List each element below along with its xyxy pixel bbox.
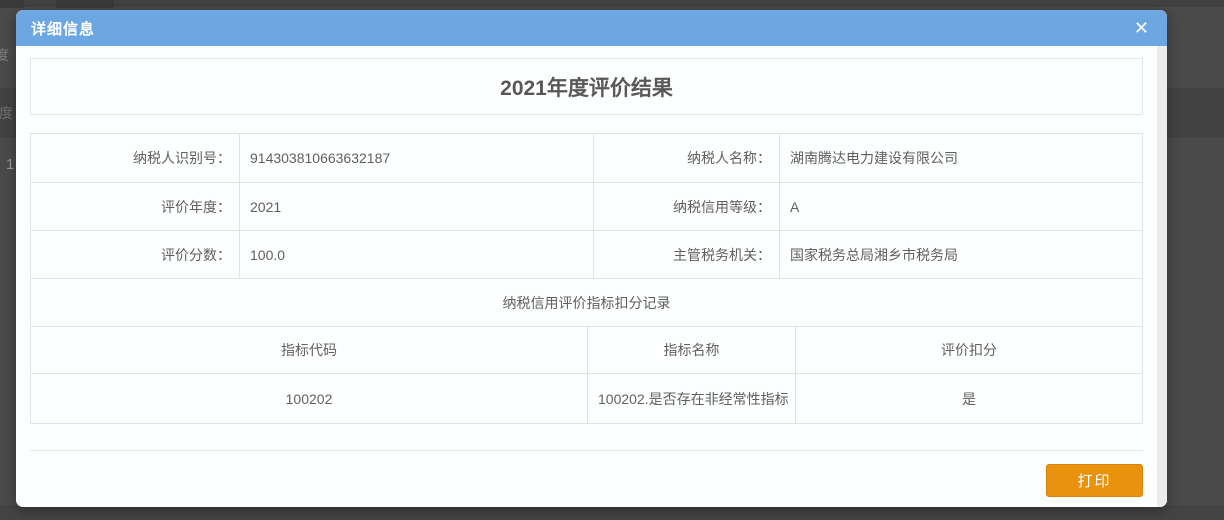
modal-content: 2021年度评价结果 纳税人识别号： 914303810663632187 纳税… [30,58,1143,497]
background-band [0,0,1224,7]
table-row: 100202 100202.是否存在非经常性指标 是 [31,373,1142,423]
eval-score-label: 评价分数： [31,231,240,278]
tax-authority-value: 国家税务总局湘乡市税务局 [780,231,1142,278]
indicator-code-header: 指标代码 [31,327,588,373]
taxpayer-name-label: 纳税人名称： [594,134,780,182]
background-fragment: 1 [6,157,14,172]
modal-footer: 打印 [30,464,1143,497]
background-fragment: 度 [0,48,9,62]
table-row: 评价分数： 100.0 主管税务机关： 国家税务总局湘乡市税务局 [31,230,1142,278]
credit-level-value: A [780,183,1142,230]
credit-level-label: 纳税信用等级： [594,183,780,230]
table-row: 纳税人识别号： 914303810663632187 纳税人名称： 湖南腾达电力… [31,134,1142,182]
taxpayer-id-label: 纳税人识别号： [31,134,240,182]
deduction-record-title: 纳税信用评价指标扣分记录 [31,279,1142,326]
indicator-name-value: 100202.是否存在非经常性指标 [588,374,796,423]
print-button[interactable]: 打印 [1046,464,1143,497]
background-text-smudge [0,0,24,8]
taxpayer-name-value: 湖南腾达电力建设有限公司 [780,134,1142,182]
modal-body: 2021年度评价结果 纳税人识别号： 914303810663632187 纳税… [16,46,1167,507]
footer-divider [30,450,1143,451]
table-row: 评价年度： 2021 纳税信用等级： A [31,182,1142,230]
modal-scrollbar[interactable] [1157,46,1167,507]
detail-modal: 详细信息 ✕ 2021年度评价结果 纳税人识别号： 91430381066363… [16,10,1167,507]
background-text-smudge [56,0,114,8]
eval-year-label: 评价年度： [31,183,240,230]
taxpayer-id-value: 914303810663632187 [240,134,594,182]
deduction-value: 是 [796,374,1142,423]
modal-header: 详细信息 ✕ [16,10,1167,46]
indicator-code-value: 100202 [31,374,588,423]
background-band [0,505,1224,520]
indicator-name-header: 指标名称 [588,327,796,373]
background-fragment: 年度 [0,106,13,120]
eval-score-value: 100.0 [240,231,594,278]
deduction-header: 评价扣分 [796,327,1142,373]
close-icon[interactable]: ✕ [1131,17,1152,39]
modal-title: 详细信息 [31,18,95,39]
result-heading: 2021年度评价结果 [500,72,673,102]
eval-year-value: 2021 [240,183,594,230]
result-heading-box: 2021年度评价结果 [30,58,1143,115]
table-header-row: 指标代码 指标名称 评价扣分 [31,326,1142,373]
table-row-section: 纳税信用评价指标扣分记录 [31,278,1142,326]
tax-authority-label: 主管税务机关： [594,231,780,278]
evaluation-detail-table: 纳税人识别号： 914303810663632187 纳税人名称： 湖南腾达电力… [30,133,1143,424]
